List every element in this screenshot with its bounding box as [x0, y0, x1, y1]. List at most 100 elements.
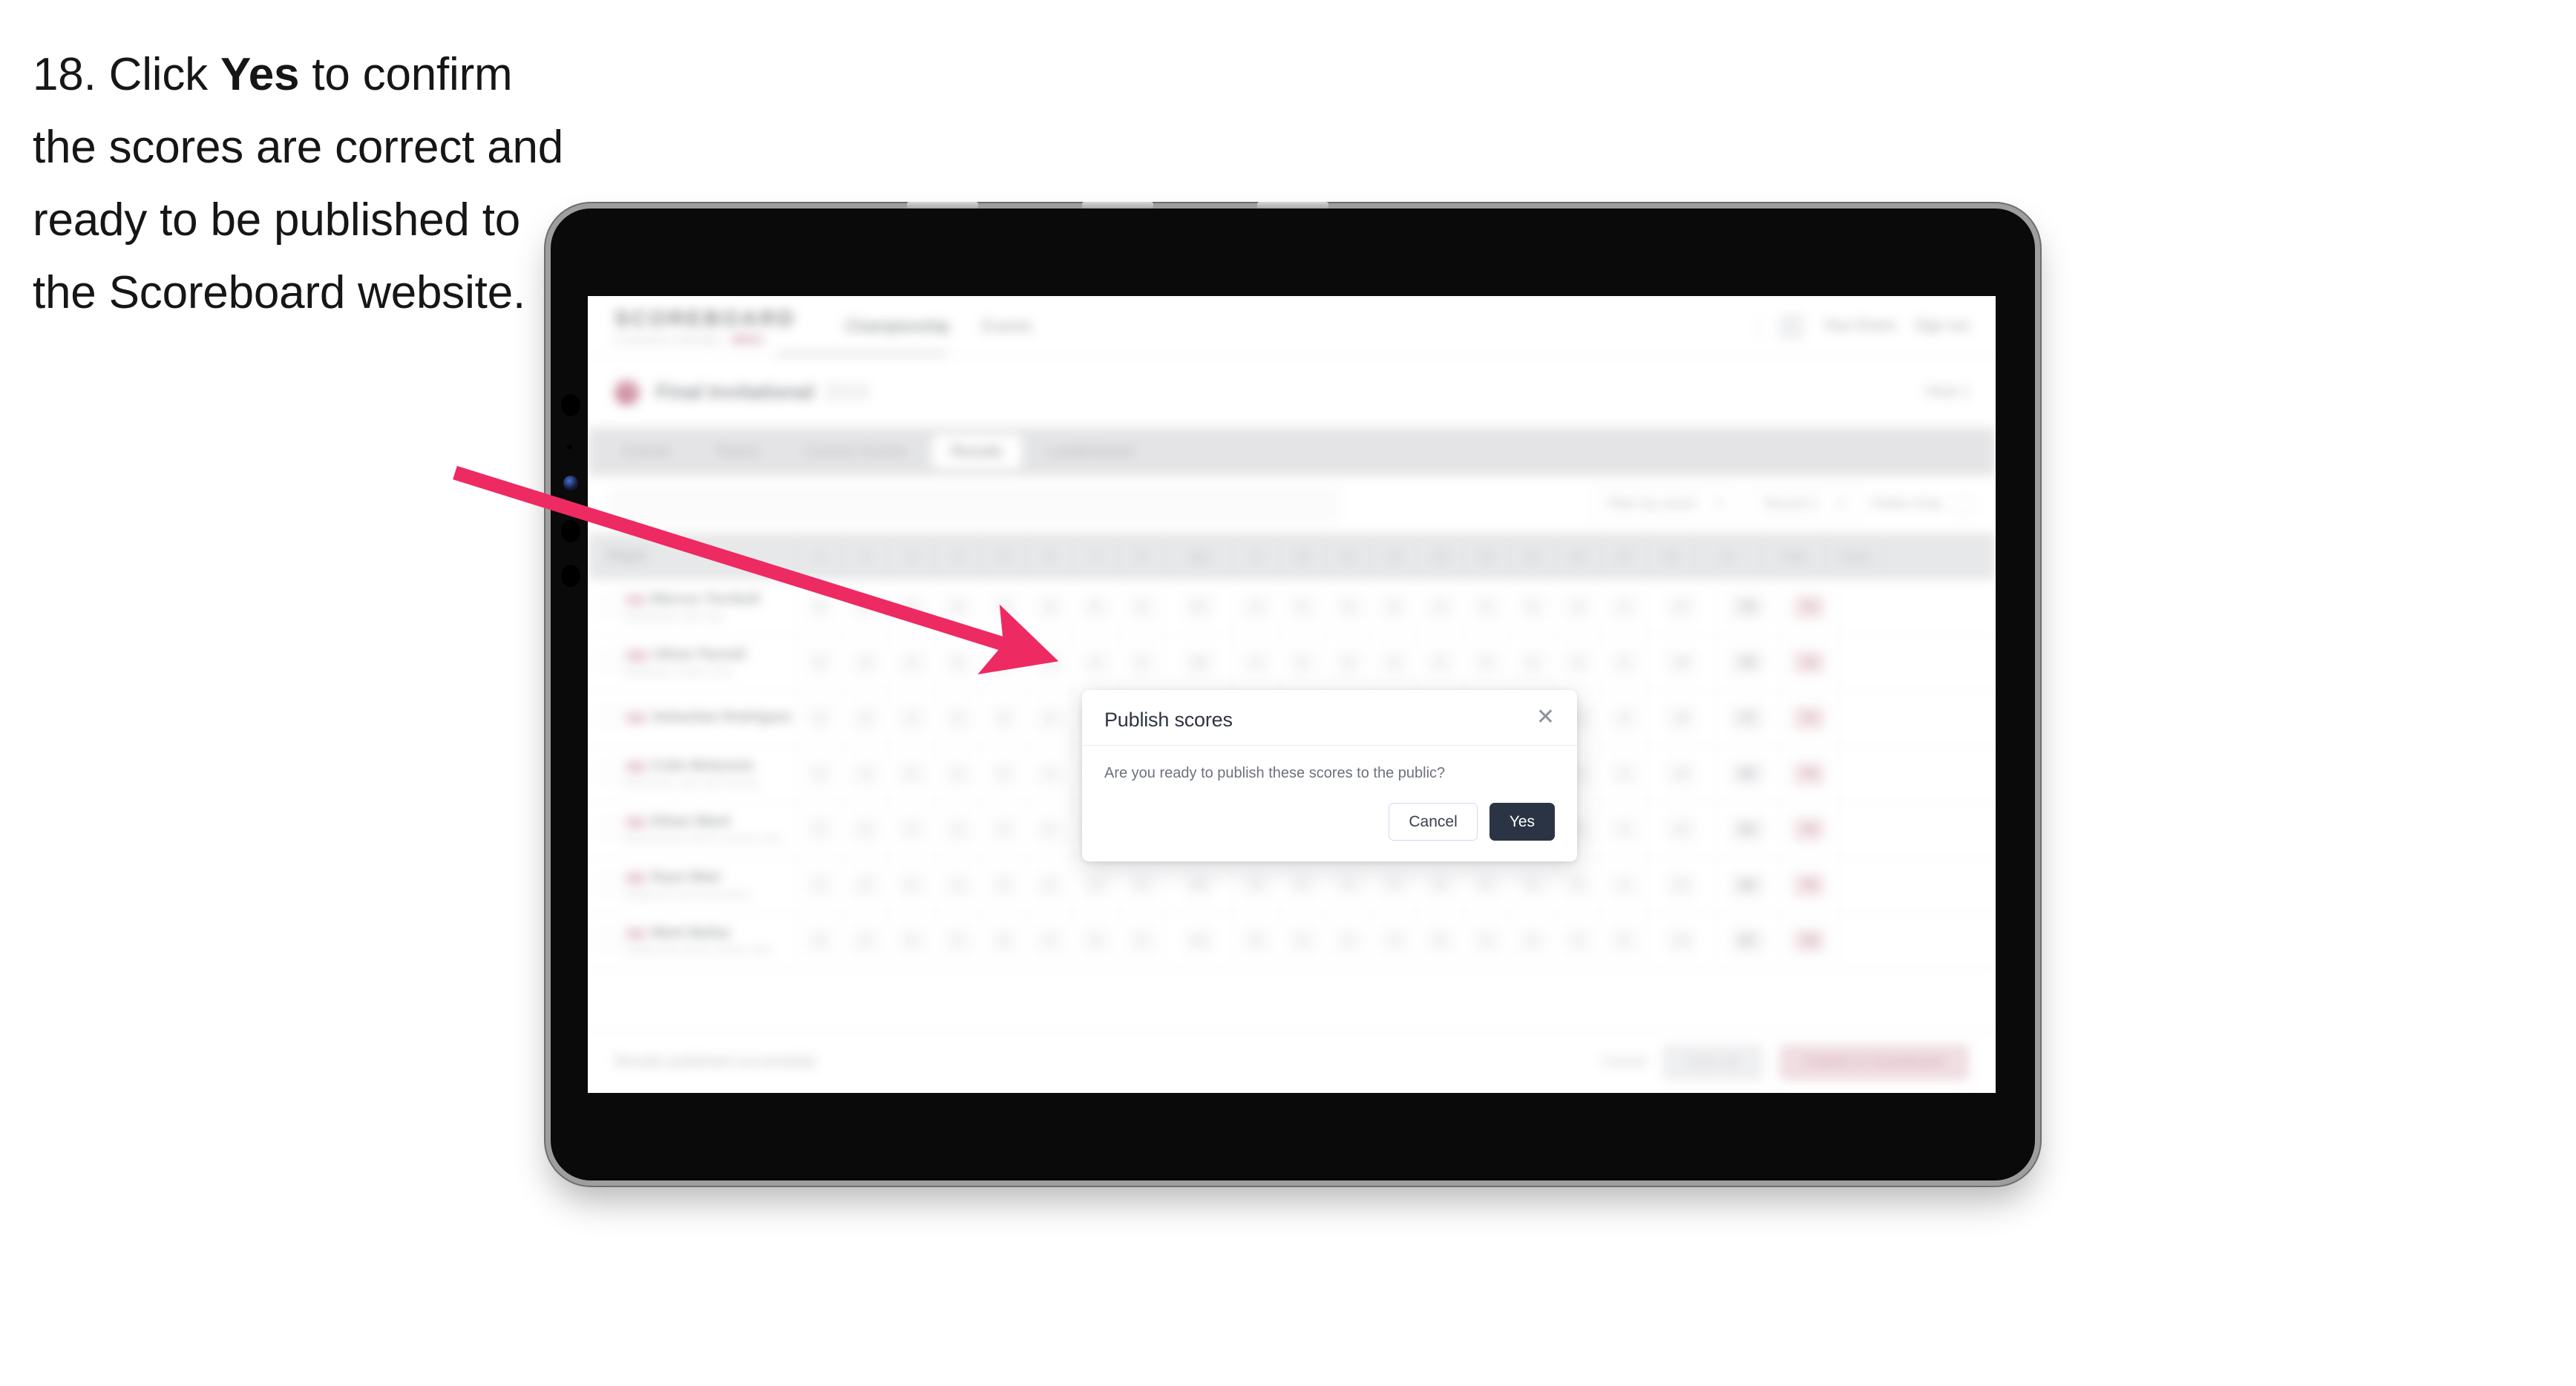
table-cell-score[interactable]: 5: [935, 802, 981, 857]
table-cell-score[interactable]: 4: [935, 746, 981, 801]
column-header[interactable]: 13: [1418, 533, 1464, 579]
side-button[interactable]: [561, 565, 580, 587]
table-cell-score[interactable]: 5: [1602, 913, 1648, 968]
table-cell-score[interactable]: 5: [1119, 858, 1165, 913]
row-checkbox[interactable]: [598, 709, 616, 727]
publish-to-scoreboard-button[interactable]: Publish to Scoreboard: [1780, 1044, 1969, 1080]
column-header[interactable]: 16: [1556, 533, 1602, 579]
table-cell-score[interactable]: 5: [1279, 913, 1325, 968]
table-cell-score[interactable]: 5: [1027, 802, 1073, 857]
table-cell-score[interactable]: 4: [981, 579, 1027, 634]
column-header[interactable]: 9: [1233, 533, 1279, 579]
column-header[interactable]: 2: [843, 533, 889, 579]
table-cell-subtotal[interactable]: 44: [1648, 913, 1716, 968]
table-cell-score[interactable]: 5: [1233, 858, 1279, 913]
table-cell-score[interactable]: 5: [1371, 858, 1418, 913]
table-cell-subtotal[interactable]: 37: [1165, 579, 1233, 634]
column-header-player[interactable]: Player: [588, 533, 797, 579]
table-cell-score[interactable]: 5: [1510, 913, 1556, 968]
cancel-button[interactable]: Cancel: [1389, 803, 1478, 841]
column-header-sub[interactable]: Sub: [1165, 533, 1233, 579]
table-cell-score[interactable]: 5: [797, 635, 843, 690]
table-cell-score[interactable]: 5: [1279, 635, 1325, 690]
column-header[interactable]: 18: [1648, 533, 1694, 579]
table-row[interactable]: 2nd Oliver Parnell Northvale Country Club…: [588, 635, 1996, 691]
column-header-in[interactable]: In: [1694, 533, 1762, 579]
table-cell-score[interactable]: 4: [1418, 858, 1464, 913]
column-header[interactable]: 10: [1279, 533, 1325, 579]
column-header[interactable]: 7: [1073, 533, 1119, 579]
table-cell-score[interactable]: 4: [1233, 635, 1279, 690]
table-cell-score[interactable]: 4: [1073, 635, 1119, 690]
table-cell-score[interactable]: 4: [1510, 635, 1556, 690]
table-cell-score[interactable]: 5: [1233, 913, 1279, 968]
table-cell-score[interactable]: 5: [797, 858, 843, 913]
table-cell-score[interactable]: 4: [1602, 691, 1648, 746]
tab-events[interactable]: Events: [604, 435, 690, 469]
header-user-label[interactable]: Your Event: [1823, 318, 1895, 335]
table-cell-score[interactable]: 5: [797, 746, 843, 801]
column-header[interactable]: 8: [1119, 533, 1165, 579]
table-row[interactable]: 6th Ryan Blair Hollybrook Golf Associatio…: [588, 858, 1996, 913]
table-cell-score[interactable]: 5: [935, 913, 981, 968]
table-row[interactable]: 7th Mark Bailey Castlewood Golf & Leisure…: [588, 913, 1996, 969]
column-header[interactable]: 12: [1371, 533, 1418, 579]
row-checkbox[interactable]: [598, 876, 616, 894]
table-cell-score[interactable]: 5: [1510, 858, 1556, 913]
table-cell-subtotal[interactable]: 38: [1648, 635, 1716, 690]
row-checkbox[interactable]: [598, 765, 616, 783]
table-cell-score[interactable]: 5: [1464, 858, 1510, 913]
table-cell-subtotal[interactable]: 41: [1648, 802, 1716, 857]
avatar[interactable]: [1778, 313, 1804, 339]
row-checkbox[interactable]: [598, 654, 616, 671]
table-cell-score[interactable]: 4: [843, 579, 889, 634]
footer-cancel-link[interactable]: Cancel: [1602, 1054, 1646, 1071]
tab-results[interactable]: Results: [931, 435, 1023, 469]
table-cell-score[interactable]: 4: [981, 802, 1027, 857]
table-cell-score[interactable]: 5: [1279, 858, 1325, 913]
column-header[interactable]: 15: [1510, 533, 1556, 579]
table-cell-score[interactable]: 4: [1325, 858, 1371, 913]
table-cell-score[interactable]: 4: [1371, 635, 1418, 690]
table-cell-score[interactable]: 4: [889, 802, 935, 857]
table-cell-score[interactable]: 4: [889, 691, 935, 746]
table-cell-score[interactable]: 4: [935, 858, 981, 913]
table-cell-score[interactable]: 3: [935, 579, 981, 634]
table-cell-score[interactable]: 6: [797, 913, 843, 968]
table-cell-score[interactable]: 5: [1027, 635, 1073, 690]
table-cell-score[interactable]: 4: [843, 746, 889, 801]
table-cell-score[interactable]: 5: [1073, 579, 1119, 634]
table-cell-score[interactable]: 5: [797, 802, 843, 857]
table-cell-subtotal[interactable]: 43: [1165, 913, 1233, 968]
column-header-total[interactable]: Total: [1762, 533, 1826, 579]
table-cell-score[interactable]: 4: [1418, 579, 1464, 634]
table-cell-score[interactable]: 4: [1464, 635, 1510, 690]
table-cell-score[interactable]: 5: [1602, 746, 1648, 801]
table-cell-score[interactable]: 4: [1027, 691, 1073, 746]
filter-round-select[interactable]: Round 1: [1750, 486, 1860, 522]
table-cell-score[interactable]: 4: [1119, 579, 1165, 634]
table-cell-score[interactable]: 5: [843, 802, 889, 857]
table-cell-score[interactable]: 5: [935, 691, 981, 746]
table-cell-score[interactable]: 5: [889, 579, 935, 634]
table-cell-score[interactable]: 5: [843, 691, 889, 746]
table-row[interactable]: 1st Marcus Turnbull Greenfields Golf Club…: [588, 579, 1996, 635]
column-header[interactable]: 4: [935, 533, 981, 579]
table-cell-score[interactable]: 5: [1556, 913, 1602, 968]
row-checkbox[interactable]: [598, 932, 616, 950]
table-cell-score[interactable]: 5: [981, 746, 1027, 801]
filter-fields-toggle[interactable]: Fields Only: [1872, 493, 1973, 515]
table-cell-score[interactable]: 4: [1602, 802, 1648, 857]
table-cell-score[interactable]: 5: [1119, 913, 1165, 968]
column-header[interactable]: 3: [889, 533, 935, 579]
filter-event-select[interactable]: Filter by event: [1593, 486, 1739, 522]
table-cell-score[interactable]: 5: [1418, 913, 1464, 968]
table-cell-score[interactable]: 4: [1073, 858, 1119, 913]
tab-teams[interactable]: Teams: [695, 435, 779, 469]
table-cell-score[interactable]: 5: [843, 858, 889, 913]
table-cell-score[interactable]: 5: [1119, 635, 1165, 690]
table-cell-score[interactable]: 5: [1073, 913, 1119, 968]
table-cell-score[interactable]: 5: [843, 913, 889, 968]
table-cell-score[interactable]: 5: [889, 913, 935, 968]
tab-current-scores[interactable]: Current Scores: [784, 435, 927, 469]
